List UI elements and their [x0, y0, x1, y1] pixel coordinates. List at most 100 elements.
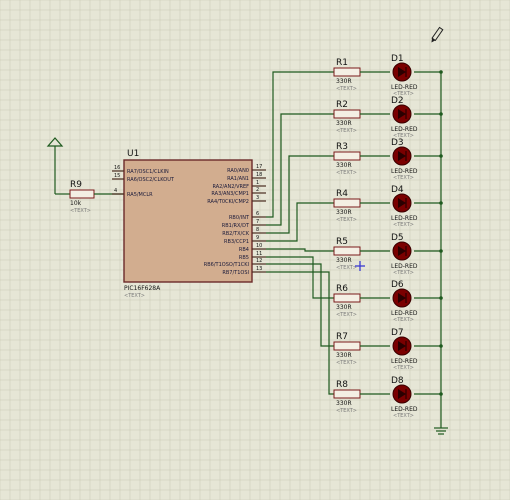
channel-1: R1330R<TEXT>D1LED-RED<TEXT> — [266, 54, 443, 218]
resistor-text: <TEXT> — [336, 170, 357, 176]
resistor-value: 330R — [336, 162, 352, 169]
mcu-right-pin-label: RA1/AN1 — [227, 176, 249, 182]
ground-icon[interactable] — [434, 72, 448, 435]
led-ref: D5 — [391, 233, 404, 243]
mcu-right-pin-num: 2 — [256, 187, 259, 193]
led-type: LED-RED — [391, 406, 418, 413]
led-channels: R1330R<TEXT>D1LED-RED<TEXT>R2330R<TEXT>D… — [266, 54, 443, 419]
led-type: LED-RED — [391, 310, 418, 317]
led-d8[interactable]: D8 LED-RED<TEXT> — [391, 376, 418, 419]
led-d1[interactable]: D1LED-RED<TEXT> — [391, 54, 418, 97]
mcu-right-pin-label: RB2/TX/CK — [222, 231, 249, 237]
resistor-value: 330R — [336, 400, 352, 407]
mcu-right-pin-label: RB5 — [239, 255, 249, 261]
mcu-u1[interactable]: U1 PIC16F628A <TEXT> 16RA7/OSC1/CLKIN15R… — [112, 149, 266, 299]
mcu-left-pin-label: RA5/MCLR — [127, 192, 153, 198]
mcu-left-pin-num: 4 — [114, 188, 117, 194]
mcu-right-pin-label: RB1/RX/DT — [222, 223, 250, 229]
resistor-ref: R3 — [336, 142, 348, 152]
led-ref: D6 — [391, 280, 404, 290]
mcu-right-pin-num: 13 — [256, 266, 262, 272]
mcu-right-pin-label: RA2/AN2/VREF — [212, 184, 249, 190]
mcu-right-pin-label: RA4/T0CKI/CMP2 — [207, 199, 249, 205]
mcu-right-pin-label: RB4 — [239, 247, 249, 253]
led-type: LED-RED — [391, 358, 418, 365]
led-d7[interactable]: D7 LED-RED<TEXT> — [391, 328, 418, 371]
r9-ref: R9 — [70, 180, 82, 190]
led-d2[interactable]: D2LED-RED<TEXT> — [391, 96, 418, 139]
resistor-ref: R6 — [336, 284, 348, 294]
led-ref: D8 — [391, 376, 404, 386]
r9-text: <TEXT> — [70, 208, 91, 214]
led-ref: D4 — [391, 185, 404, 195]
resistor-value: 330R — [336, 257, 352, 264]
mcu-right-pin-num: 8 — [256, 227, 259, 233]
schematic-canvas[interactable]: R9 10k <TEXT> U1 PIC16F628A <TEXT> 16 RA7… — [0, 0, 510, 500]
led-ref: D3 — [391, 138, 404, 148]
mcu-right-pin-label: RB6/T1OSO/T1CKI — [204, 262, 249, 268]
mcu-right-pin-label: RA0/AN0 — [227, 168, 249, 174]
mcu-right-pin-label: RA3/AN3/CMP1 — [211, 191, 249, 197]
mcu-right-pin-num: 17 — [256, 164, 262, 170]
resistor-text: <TEXT> — [336, 217, 357, 223]
led-type: LED-RED — [391, 263, 418, 270]
led-d6[interactable]: D6 LED-RED<TEXT> — [391, 280, 418, 323]
resistor-r3[interactable]: R3 330R<TEXT> — [333, 142, 361, 176]
channel-5: R5330R<TEXT>D5LED-RED<TEXT> — [266, 233, 443, 276]
resistor-text: <TEXT> — [336, 408, 357, 414]
mcu-right-pin-label: RB0/INT — [229, 215, 250, 221]
resistor-value: 330R — [336, 120, 352, 127]
resistor-r4[interactable]: R4 330R<TEXT> — [333, 189, 361, 223]
mcu-right-pin-num: 3 — [256, 195, 259, 201]
mcu-right-pin-num: 7 — [256, 219, 259, 225]
resistor-r2[interactable]: R2 330R<TEXT> — [333, 100, 361, 134]
resistor-r8[interactable]: R8 330R<TEXT> — [333, 380, 361, 414]
led-text: <TEXT> — [393, 317, 414, 323]
mcu-left-pin-label: RA6/OSC2/CLKOUT — [127, 177, 175, 183]
resistor-text: <TEXT> — [336, 265, 357, 271]
led-d4[interactable]: D4 LED-RED<TEXT> — [391, 185, 418, 228]
mcu-right-pin-num: 10 — [256, 243, 262, 249]
resistor-ref: R1 — [336, 58, 348, 68]
resistor-r1[interactable]: R1 330R<TEXT> — [333, 58, 361, 92]
resistor-r7[interactable]: R7 330R<TEXT> — [333, 332, 361, 366]
resistor-value: 330R — [336, 209, 352, 216]
resistor-ref: R2 — [336, 100, 348, 110]
grid — [0, 0, 510, 500]
resistor-text: <TEXT> — [336, 86, 357, 92]
mcu-left-pin-num: 15 — [114, 173, 120, 179]
led-ref: D2 — [391, 96, 404, 106]
mcu-right-pin-num: 12 — [256, 258, 262, 264]
mcu-ref: U1 — [127, 149, 139, 159]
led-type: LED-RED — [391, 126, 418, 133]
schematic-svg[interactable]: R9 10k <TEXT> U1 PIC16F628A <TEXT> 16 RA7… — [0, 0, 510, 500]
resistor-ref: R8 — [336, 380, 348, 390]
resistor-r6[interactable]: R6 330R<TEXT> — [333, 284, 361, 318]
mcu-right-pin-num: 18 — [256, 172, 262, 178]
mcu-left-pin-label: RA7/OSC1/CLKIN — [127, 169, 169, 175]
resistor-r9[interactable]: R9 10k <TEXT> — [55, 180, 124, 214]
led-d3[interactable]: D3 LED-RED<TEXT> — [391, 138, 418, 181]
r9-value: 10k — [70, 200, 82, 207]
resistor-ref: R5 — [336, 237, 348, 247]
led-type: LED-RED — [391, 168, 418, 175]
resistor-ref: R7 — [336, 332, 348, 342]
resistor-ref: R4 — [336, 189, 348, 199]
mcu-right-pin-num: 11 — [256, 251, 262, 257]
led-text: <TEXT> — [393, 222, 414, 228]
resistor-text: <TEXT> — [336, 312, 357, 318]
led-d5[interactable]: D5 LED-RED<TEXT> — [391, 233, 418, 276]
channel-4: R4330R<TEXT>D4LED-RED<TEXT> — [266, 185, 443, 242]
mcu-right-pin-num: 6 — [256, 211, 259, 217]
resistor-value: 330R — [336, 304, 352, 311]
led-text: <TEXT> — [393, 413, 414, 419]
resistor-text: <TEXT> — [336, 360, 357, 366]
resistor-value: 330R — [336, 78, 352, 85]
led-text: <TEXT> — [393, 175, 414, 181]
mcu-right-pin-label: RB7/T1OSI — [222, 270, 249, 276]
mcu-left-pin-num: 16 — [114, 165, 120, 171]
resistor-text: <TEXT> — [336, 128, 357, 134]
led-ref: D1 — [391, 54, 404, 64]
mcu-part: PIC16F628A — [124, 285, 161, 292]
resistor-value: 330R — [336, 352, 352, 359]
